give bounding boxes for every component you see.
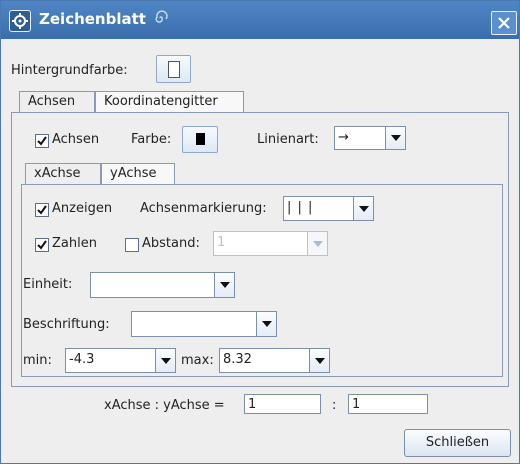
max-label: max: (181, 353, 214, 368)
distance-value: 1 (217, 235, 226, 250)
background-color-label: Hintergrundfarbe: (11, 63, 128, 78)
tick-style-select[interactable]: | | | (283, 196, 374, 221)
chevron-down-icon[interactable] (155, 349, 175, 372)
line-style-value: → (338, 130, 349, 145)
axis-ratio-label: xAchse : yAchse = (104, 398, 225, 413)
line-style-select[interactable]: → (334, 126, 406, 150)
chevron-down-icon[interactable] (309, 349, 329, 372)
tick-style-label: Achsenmarkierung: (140, 201, 267, 216)
close-button[interactable]: Schließen (404, 429, 511, 457)
chevron-down-icon[interactable] (353, 197, 373, 220)
show-axis-checkbox[interactable] (35, 203, 49, 217)
axes-checkbox-label: Achsen (52, 132, 100, 147)
axes-color-label: Farbe: (131, 132, 172, 147)
ratio-x-input[interactable]: 1 (244, 394, 321, 414)
caption-label: Beschriftung: (23, 317, 110, 332)
chevron-down-icon[interactable] (214, 273, 234, 297)
app-gear-icon (9, 10, 31, 32)
tab-koordinatengitter[interactable]: Koordinatengitter (95, 91, 244, 113)
spiral-icon (152, 9, 170, 27)
tab-achsen[interactable]: Achsen (19, 91, 95, 113)
settings-dialog: Zeichenblatt Hintergrundfarbe: Achsen Ko… (0, 0, 520, 464)
axes-checkbox[interactable] (35, 134, 49, 148)
axes-color-button[interactable] (182, 126, 218, 153)
numbers-checkbox[interactable] (35, 238, 49, 252)
min-value: -4.3 (69, 352, 95, 367)
max-select[interactable]: 8.32 (219, 348, 330, 373)
show-axis-label: Anzeigen (52, 201, 113, 216)
distance-select[interactable]: 1 (213, 231, 328, 256)
axes-color-swatch (196, 133, 205, 145)
line-style-label: Linienart: (257, 132, 319, 147)
tab-xachse[interactable]: xAchse (25, 163, 101, 185)
window-title: Zeichenblatt (39, 10, 146, 28)
ratio-y-input[interactable]: 1 (348, 394, 428, 414)
tab-yachse[interactable]: yAchse (101, 163, 175, 185)
chevron-down-icon[interactable] (256, 312, 276, 336)
title-bar[interactable]: Zeichenblatt (1, 1, 519, 39)
max-value: 8.32 (223, 352, 252, 367)
ratio-x-value: 1 (248, 397, 257, 412)
distance-checkbox[interactable] (125, 238, 139, 252)
chevron-down-icon[interactable] (385, 127, 405, 149)
ratio-y-value: 1 (352, 397, 361, 412)
background-color-button[interactable] (156, 55, 191, 83)
ratio-separator: : (332, 398, 337, 413)
unit-select[interactable] (90, 272, 235, 298)
unit-label: Einheit: (23, 277, 73, 292)
tick-style-value: | | | (287, 200, 314, 215)
chevron-down-icon[interactable] (307, 232, 327, 255)
caption-select[interactable] (131, 311, 277, 337)
numbers-label: Zahlen (52, 236, 97, 251)
background-color-swatch (168, 61, 180, 78)
min-label: min: (23, 353, 52, 368)
min-select[interactable]: -4.3 (65, 348, 176, 373)
distance-label: Abstand: (142, 236, 200, 251)
close-icon[interactable] (491, 11, 517, 35)
